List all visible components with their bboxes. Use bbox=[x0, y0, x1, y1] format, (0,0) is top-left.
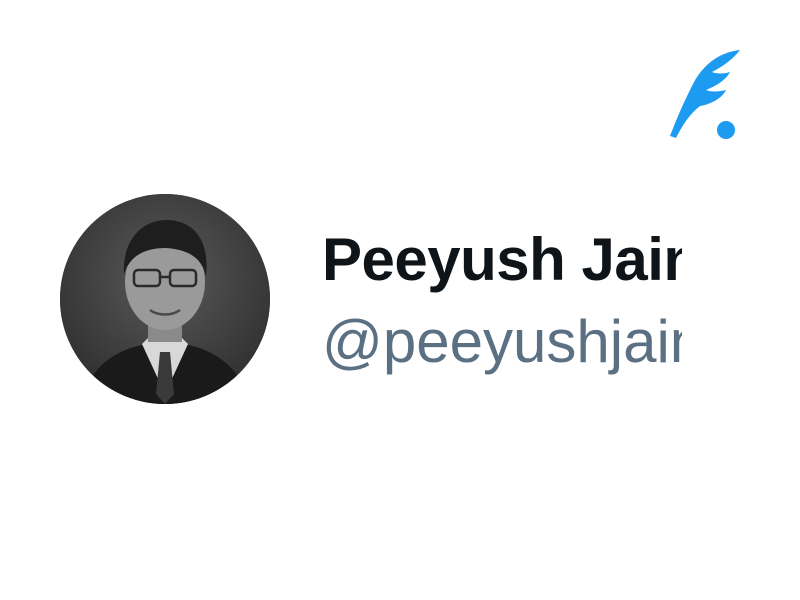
quill-feather-icon bbox=[664, 46, 744, 142]
user-handle[interactable]: @peeyushjain bbox=[322, 302, 682, 382]
profile-name-block: Peeyush Jain @peeyushjain bbox=[322, 222, 682, 382]
avatar[interactable] bbox=[60, 194, 270, 404]
display-name[interactable]: Peeyush Jain bbox=[322, 222, 682, 298]
tweet-card: Peeyush Jain @peeyushjain bbox=[0, 0, 800, 600]
